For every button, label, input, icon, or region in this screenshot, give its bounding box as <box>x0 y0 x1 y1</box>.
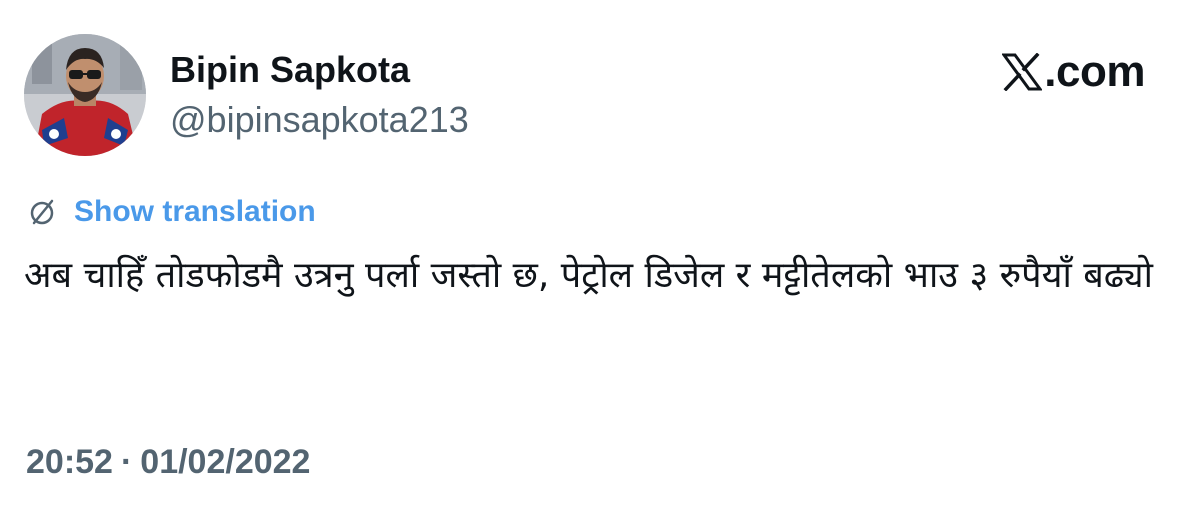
tweet-card: Bipin Sapkota @bipinsapkota213 .com Show… <box>0 0 1199 515</box>
tweet-date[interactable]: 01/02/2022 <box>140 440 310 484</box>
show-translation-button[interactable]: Show translation <box>26 192 316 232</box>
avatar-photo <box>24 34 146 156</box>
tweet-timestamp[interactable]: 20:52 · 01/02/2022 <box>26 440 310 484</box>
show-translation-label[interactable]: Show translation <box>74 193 316 231</box>
tweet-time[interactable]: 20:52 <box>26 440 113 484</box>
author-handle[interactable]: @bipinsapkota213 <box>170 98 469 142</box>
tweet-text: अब चाहिँ तोडफोडमै उत्रनु पर्ला जस्तो छ, … <box>24 255 1153 296</box>
x-logo-icon <box>1002 53 1043 91</box>
avatar[interactable] <box>24 34 146 156</box>
brand-logo: .com <box>1002 46 1145 98</box>
meta-separator: · <box>120 443 133 481</box>
brand-text: .com <box>1044 47 1145 96</box>
author-display-name[interactable]: Bipin Sapkota <box>170 48 410 92</box>
globe-icon <box>30 199 54 225</box>
